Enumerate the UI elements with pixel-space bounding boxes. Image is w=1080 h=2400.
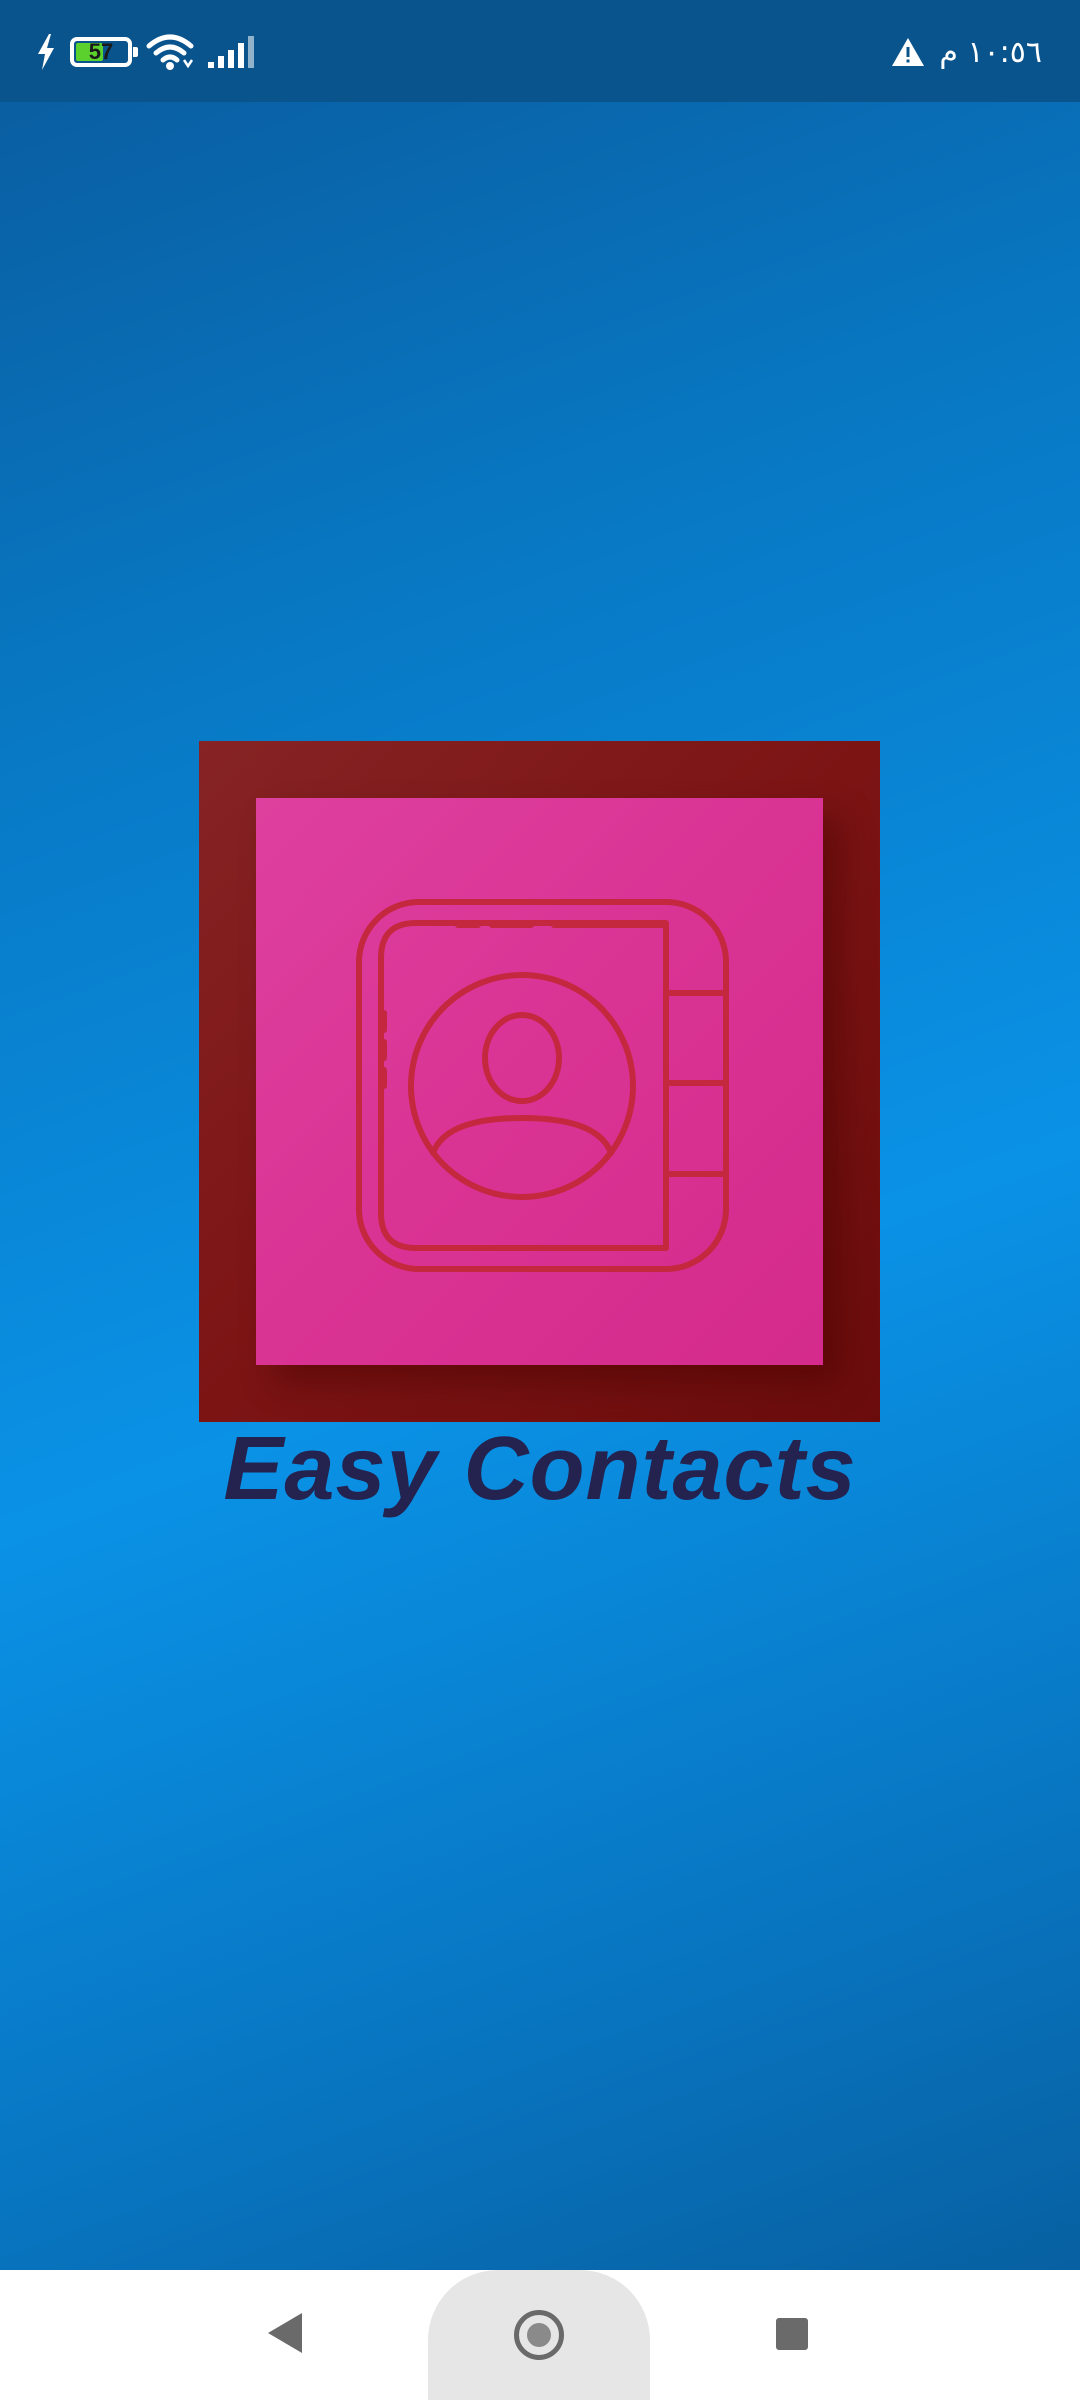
app-logo-tile: [256, 798, 823, 1365]
status-clock: ١٠:٥٦ م: [939, 34, 1042, 70]
status-bar: 57 ١٠:٥٦ م: [0, 0, 1080, 102]
splash-screen: 57 ١٠:٥٦ م Easy Contacts: [0, 0, 1080, 2400]
status-right-group: ١٠:٥٦ م: [891, 28, 1042, 76]
home-icon[interactable]: [514, 2310, 564, 2360]
warning-icon: [892, 38, 925, 66]
app-logo-frame: [199, 741, 880, 1422]
wifi-icon: [146, 34, 194, 70]
recent-apps-icon[interactable]: [776, 2318, 808, 2350]
contact-book-icon: [356, 899, 729, 1272]
charging-bolt-icon: [38, 34, 54, 70]
app-title: Easy Contacts: [223, 1419, 857, 1519]
navigation-bar: [0, 2270, 1080, 2400]
battery-icon: 57: [70, 37, 138, 67]
status-left-group: 57: [36, 28, 258, 76]
battery-level: 57: [88, 39, 114, 64]
signal-icon: [208, 36, 254, 68]
back-icon[interactable]: [268, 2313, 302, 2353]
